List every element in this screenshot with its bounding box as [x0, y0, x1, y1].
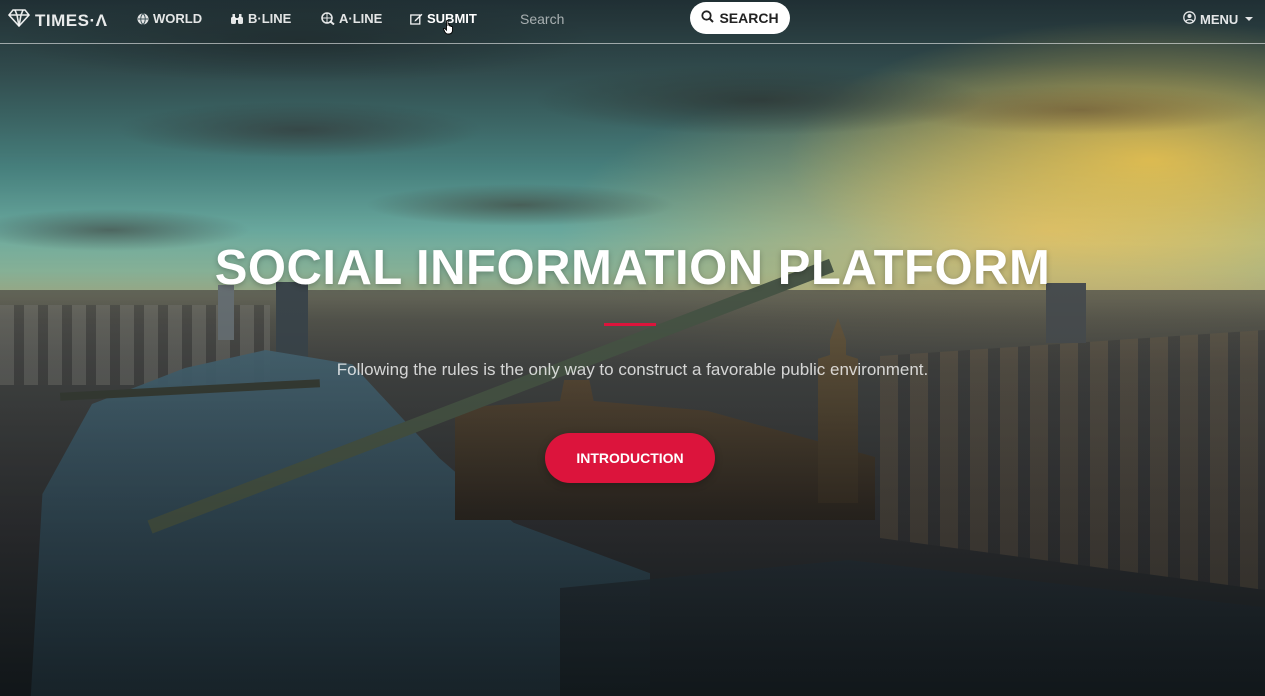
hero-background [0, 0, 1265, 696]
hero-overlay [0, 0, 1265, 696]
menu-dropdown[interactable]: MENU [1183, 11, 1254, 27]
binoculars-icon [230, 13, 244, 25]
nav-item-world[interactable]: WORLD [137, 11, 202, 26]
brand-logo[interactable]: TIMES·Λ [7, 9, 108, 32]
hero-divider [604, 323, 656, 326]
nav-item-label: B·LINE [248, 11, 292, 26]
nav-item-label: A·LINE [339, 11, 383, 26]
search-icon [701, 10, 715, 26]
nav-item-label: WORLD [153, 11, 203, 26]
search-input[interactable] [520, 11, 670, 27]
menu-label: MENU [1200, 11, 1239, 27]
nav-item-b-line[interactable]: B·LINE [230, 11, 291, 26]
hero-subtitle: Following the rules is the only way to c… [336, 360, 929, 379]
search-button[interactable]: SEARCH [690, 2, 790, 34]
search-button-label: SEARCH [719, 10, 779, 26]
globe-search-icon [321, 12, 335, 25]
brand-name: TIMES·Λ [35, 10, 108, 30]
top-navbar: TIMES·Λ WORLD B·LINE A·LINE SUBMIT SEARC… [0, 0, 1265, 44]
caret-down-icon [1245, 17, 1254, 21]
introduction-button[interactable]: INTRODUCTION [545, 433, 715, 483]
user-circle-icon [1183, 11, 1196, 27]
globe-icon [137, 12, 149, 25]
edit-icon [410, 13, 423, 25]
nav-item-a-line[interactable]: A·LINE [321, 11, 382, 26]
hero-title: SOCIAL INFORMATION PLATFORM [214, 241, 1051, 295]
hand-pointer-cursor-icon [443, 20, 455, 40]
diamond-icon [7, 9, 31, 32]
